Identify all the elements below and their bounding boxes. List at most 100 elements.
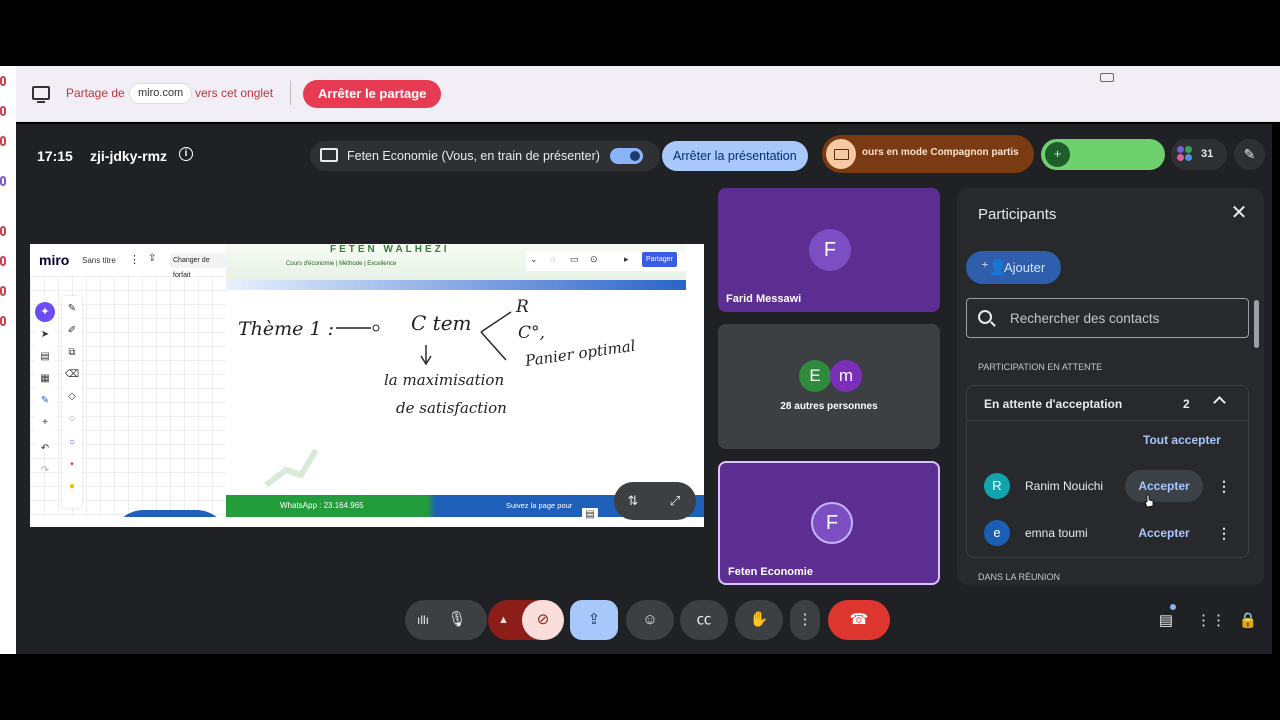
avatar: E [799,360,831,392]
self-tile[interactable]: F Feten Economie [718,461,940,585]
browser-sidebar-strip [0,66,16,654]
raise-hand-icon[interactable]: ✋ [735,600,783,640]
ai-sparkle-icon: ✦ [35,302,55,322]
follow-text: Suivez la page pour [506,501,573,510]
slide-bottom [30,517,704,527]
pen-sparkle-icon[interactable]: ✎ [1234,139,1265,170]
participant-tile[interactable]: F Farid Messawi [718,188,940,312]
scrollbar[interactable] [1254,300,1259,348]
whiteboard: Thème 1 : C tem R C°, Panier optimal la … [226,290,704,495]
chevron-up-icon[interactable]: ▲ [498,600,509,640]
add-people-pill[interactable]: + [1041,139,1165,170]
audio-share-toggle[interactable] [610,148,643,164]
more-vert-icon[interactable]: ⋮ [1217,523,1231,543]
panel-title: Participants [978,206,1057,223]
table-icon: ▤ [582,508,598,522]
fullscreen-icon[interactable]: ⤢ [662,488,688,514]
avatar: R [984,473,1010,499]
info-icon[interactable]: i [179,147,193,161]
camera-off-icon[interactable]: ⊘ [522,600,564,640]
others-tile[interactable]: E m 28 autres personnes [718,324,940,449]
mic-control: ıllı 🎙 [405,600,487,640]
waiting-count: 2 [1183,397,1190,411]
close-icon[interactable]: ✕ [1227,201,1251,225]
add-person-icon: + [1045,142,1070,167]
meeting-code: zji-jdky-rmz [90,148,168,164]
share-prefix: Partage de [66,86,125,100]
participant-name: Farid Messawi [726,293,802,305]
emoji-icon[interactable]: ☺ [626,600,674,640]
companion-label: ours en mode Compagnon partis [862,147,1019,158]
participants-panel: Participants ✕ ⁺👤 Ajouter PARTICIPATION … [957,188,1264,586]
present-screen-icon [320,148,338,162]
avatar: F [811,502,853,544]
avatar: e [984,520,1010,546]
audio-level-icon: ıllı [417,613,429,627]
board-name: Sans titre [82,256,116,265]
hand-line-maxim: la maximisation [384,371,504,389]
more-icon: ⋮ [129,254,140,266]
share-suffix: vers cet onglet [195,86,274,100]
present-button[interactable]: ⇪ [570,600,618,640]
section-in-meeting: DANS LA RÉUNION [978,572,1061,582]
meeting-time: 17:15 [37,148,73,164]
search-icon [978,310,992,324]
handwriting-drawing: Thème 1 : C tem R C°, Panier optimal la … [238,297,637,488]
cast-icon[interactable] [1100,73,1114,82]
participants-button[interactable]: 31 [1171,139,1227,170]
list-item: R Ranim Nouichi Accepter ⋮ [967,466,1248,506]
add-person-icon: ⁺👤 [981,259,1008,276]
shared-presentation[interactable]: miro Sans titre ⋮ ⇪ Changer de forfait ✦… [30,244,704,527]
screen-share-icon [32,86,50,103]
stop-sharing-button[interactable]: Arrêter le partage [303,80,442,108]
more-options-icon[interactable]: ⋮ [790,600,820,640]
shared-site-pill: miro.com [129,83,193,104]
hand-line-theme: Thème 1 : [238,318,334,340]
avatar: m [830,360,862,392]
swap-icon[interactable]: ⇅ [620,488,646,514]
change-plan-button: Changer de forfait [170,253,226,279]
companion-icon [826,139,856,169]
whatsapp-text: WhatsApp : 23.164.965 [280,501,364,510]
accept-button[interactable]: Accepter [1125,517,1203,549]
tab-share-banner: Partage de miro.com vers cet onglet Arrê… [16,66,1280,122]
captions-icon[interactable]: ㏄ [680,600,728,640]
presentation-controls: ⇅ ⤢ [614,482,696,520]
divider [290,81,291,105]
accept-button[interactable]: Accepter [1125,470,1203,502]
search-box[interactable] [966,298,1249,338]
miro-toolbar: ✎ ✐ ⧉ ⌫ ◇ ◌ ○ • ● [62,296,82,508]
hand-line-r: R [515,297,529,317]
add-label: Ajouter [1004,260,1046,275]
add-people-button[interactable]: ⁺👤 Ajouter [966,251,1062,284]
screen: Partage de miro.com vers cet onglet Arrê… [0,0,1280,720]
hand-line-ctem: C tem [411,311,472,335]
miro-share-button: Partager [642,252,677,267]
hand-line-c: C°, [518,323,545,343]
person-name: emna toumi [1025,526,1088,540]
miro-left-tools: ➤ ▤ ▦ ✎ + ↶ ↷ [35,328,55,476]
participant-name: Feten Economie [728,566,813,578]
companion-mode-notice[interactable]: ours en mode Compagnon partis [822,135,1034,173]
miro-topbar: miro Sans titre ⋮ ⇪ Changer de forfait [30,244,226,279]
chevron-up-icon[interactable] [1213,396,1226,409]
host-controls-icon[interactable]: 🔒 [1237,611,1259,631]
mic-icon[interactable]: 🎙 [443,606,471,634]
leave-call-button[interactable]: ☎ [828,600,890,640]
hand-line-satis: de satisfaction [396,399,507,417]
notification-dot [1170,604,1176,610]
search-input[interactable] [1010,299,1240,337]
slide-brand: FETEN WALHEZI [330,244,450,255]
section-waiting: PARTICIPATION EN ATTENTE [978,362,1103,372]
hand-cursor-icon [1144,494,1154,508]
camera-control: ▲ ⊘ [488,600,564,640]
chat-icon[interactable]: ▤ [1155,611,1177,631]
accept-all-button[interactable]: Tout accepter [1143,433,1221,447]
more-vert-icon[interactable]: ⋮ [1217,476,1231,496]
waiting-header[interactable]: En attente d'acceptation 2 [967,386,1248,421]
miro-canvas-grid [30,276,226,527]
apps-grid-icon[interactable]: ⋮⋮ [1196,611,1226,631]
stop-presentation-button[interactable]: Arrêter la présentation [662,141,808,171]
waiting-title: En attente d'acceptation [984,397,1123,411]
export-icon: ⇪ [148,253,157,264]
